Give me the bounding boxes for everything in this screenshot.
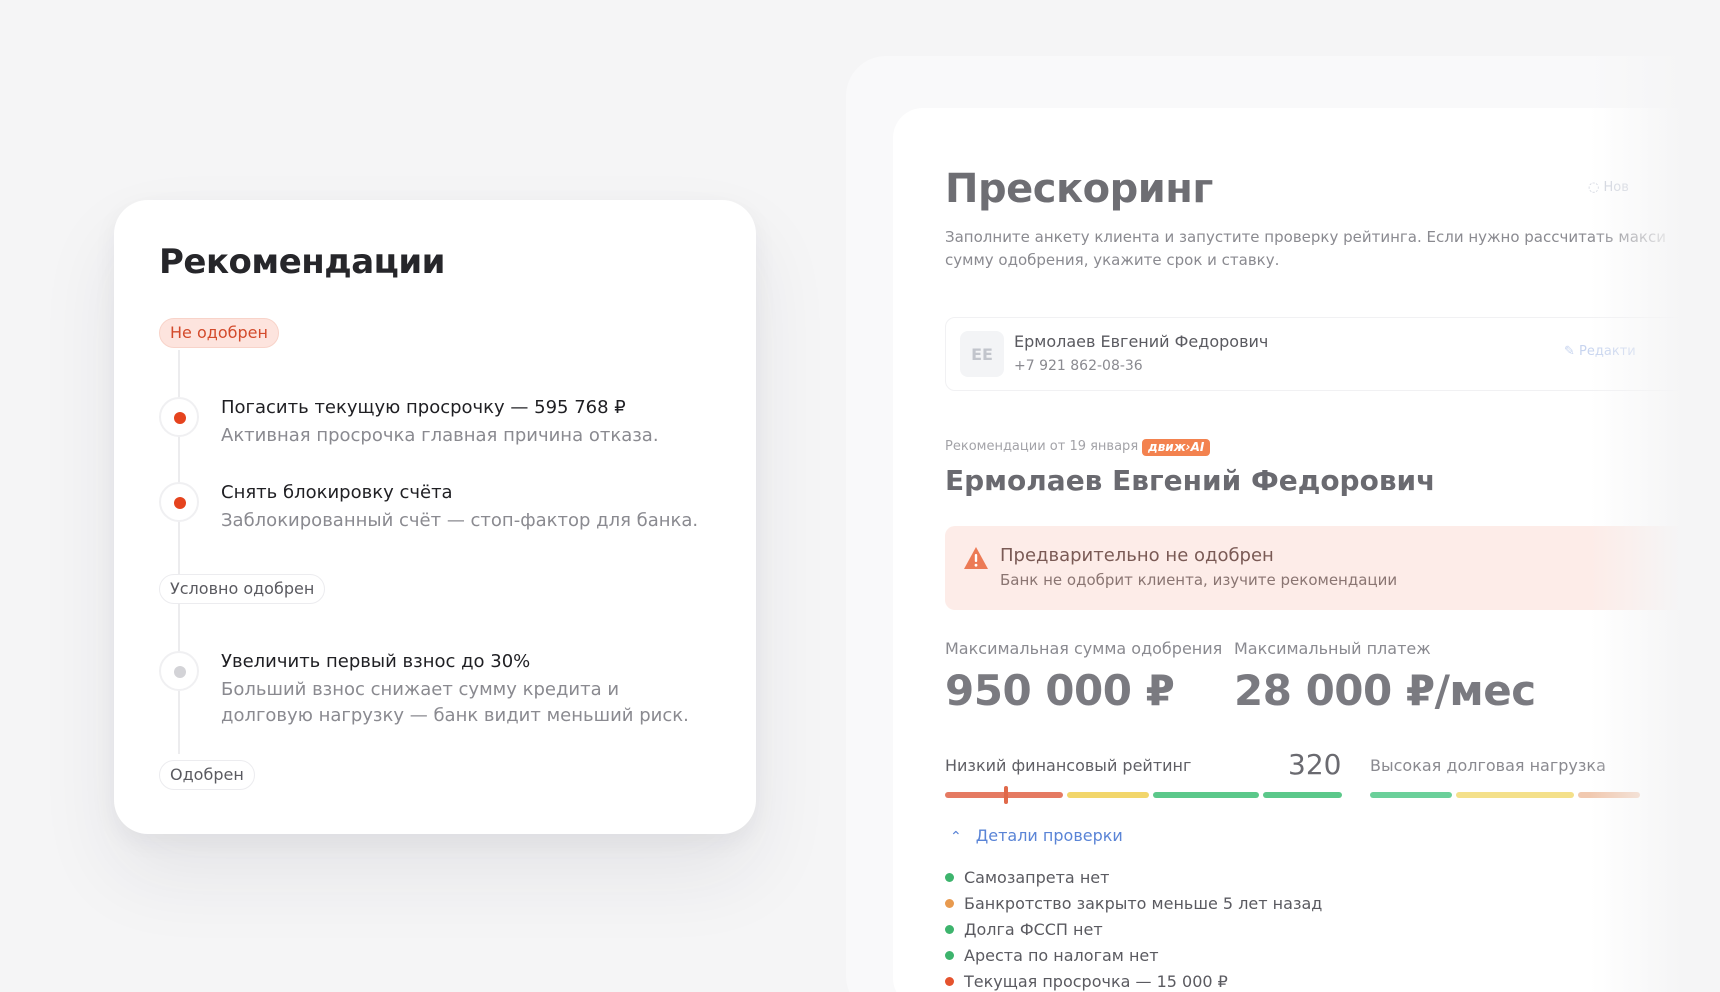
rating-label: Низкий финансовый рейтинг — [945, 756, 1192, 775]
step-dot-red — [159, 482, 199, 522]
status-alert: Предварительно не одобрен Банк не одобри… — [945, 526, 1720, 610]
max-payment-label: Максимальный платеж — [1234, 639, 1431, 658]
rating-scale-segment — [1263, 792, 1342, 798]
new-check-label: Нов — [1603, 180, 1629, 195]
debt-scale-segment — [1370, 792, 1452, 798]
chevron-up-icon: ⌃ — [950, 829, 962, 845]
check-text: Банкротство закрыто меньше 5 лет назад — [964, 894, 1323, 913]
check-item: Текущая просрочка — 15 000 ₽ — [945, 972, 1228, 991]
rating-value: 320 — [1288, 748, 1342, 781]
status-badge-rejected: Не одобрен — [159, 318, 279, 348]
status-dot — [945, 977, 954, 986]
recommendations-title: Рекомендации — [159, 242, 446, 282]
details-label: Детали проверки — [975, 826, 1123, 845]
page-title: Прескоринг — [945, 166, 1213, 212]
new-check-button[interactable]: ◌ Нов — [1588, 180, 1629, 195]
max-payment-value: 28 000 ₽/мес — [1234, 666, 1536, 715]
rating-marker — [1004, 786, 1008, 804]
page-subtitle: Заполните анкету клиента и запустите про… — [945, 228, 1666, 269]
debt-scale-segment — [1578, 792, 1640, 798]
client-name: Ермолаев Евгений Федорович — [1014, 332, 1269, 351]
step-description: Заблокированный счёт — стоп-фактор для б… — [221, 510, 699, 531]
max-sum-label: Максимальная сумма одобрения — [945, 639, 1223, 658]
status-badge-approved: Одобрен — [159, 760, 255, 790]
step-title: Погасить текущую просрочку — 595 768 ₽ — [221, 397, 626, 418]
step-dot-red — [159, 397, 199, 437]
client-phone: +7 921 862-08-36 — [1014, 358, 1143, 374]
edit-button[interactable]: ✎ Редакти — [1564, 344, 1636, 359]
details-toggle[interactable]: ⌃ Детали проверки — [950, 826, 1123, 845]
check-text: Текущая просрочка — 15 000 ₽ — [964, 972, 1228, 991]
edit-label: Редакти — [1579, 344, 1636, 359]
refresh-icon: ◌ — [1588, 180, 1600, 195]
step-title: Снять блокировку счёта — [221, 482, 453, 503]
step-title: Увеличить первый взнос до 30% — [221, 651, 531, 672]
check-text: Самозапрета нет — [964, 868, 1110, 887]
rating-scale-segment — [1067, 792, 1149, 798]
recommendations-date: Рекомендации от 19 января — [945, 439, 1139, 454]
check-item: Ареста по налогам нет — [945, 946, 1159, 965]
check-text: Ареста по налогам нет — [964, 946, 1159, 965]
ai-badge: движ›AI — [1142, 439, 1211, 456]
step-description: Активная просрочка главная причина отказ… — [221, 425, 659, 446]
warning-icon — [964, 547, 988, 569]
step-description: Больший взнос снижает сумму кредита и до… — [221, 679, 689, 726]
pencil-icon: ✎ — [1564, 344, 1575, 359]
timeline-line — [178, 350, 180, 574]
status-dot — [945, 873, 954, 882]
max-sum-value: 950 000 ₽ — [945, 666, 1175, 715]
check-item: Самозапрета нет — [945, 868, 1109, 887]
avatar: ЕЕ — [960, 331, 1004, 377]
rating-scale-segment — [1153, 792, 1259, 798]
client-card[interactable]: ЕЕ Ермолаев Евгений Федорович +7 921 862… — [945, 317, 1720, 391]
check-item: Банкротство закрыто меньше 5 лет назад — [945, 894, 1322, 913]
recommendations-card: Рекомендации Не одобрен Погасить текущую… — [114, 200, 756, 834]
status-dot — [945, 925, 954, 934]
step-dot-grey — [159, 651, 199, 691]
check-text: Долга ФССП нет — [964, 920, 1103, 939]
client-heading: Ермолаев Евгений Федорович — [945, 464, 1436, 497]
check-item: Долга ФССП нет — [945, 920, 1103, 939]
debt-scale-segment — [1456, 792, 1574, 798]
status-dot — [945, 899, 954, 908]
alert-title: Предварительно не одобрен — [1000, 545, 1274, 566]
debt-load-label: Высокая долговая нагрузка — [1370, 756, 1606, 775]
alert-text: Банк не одобрит клиента, изучите рекомен… — [1000, 571, 1398, 589]
status-badge-conditional: Условно одобрен — [159, 574, 326, 604]
status-dot — [945, 951, 954, 960]
